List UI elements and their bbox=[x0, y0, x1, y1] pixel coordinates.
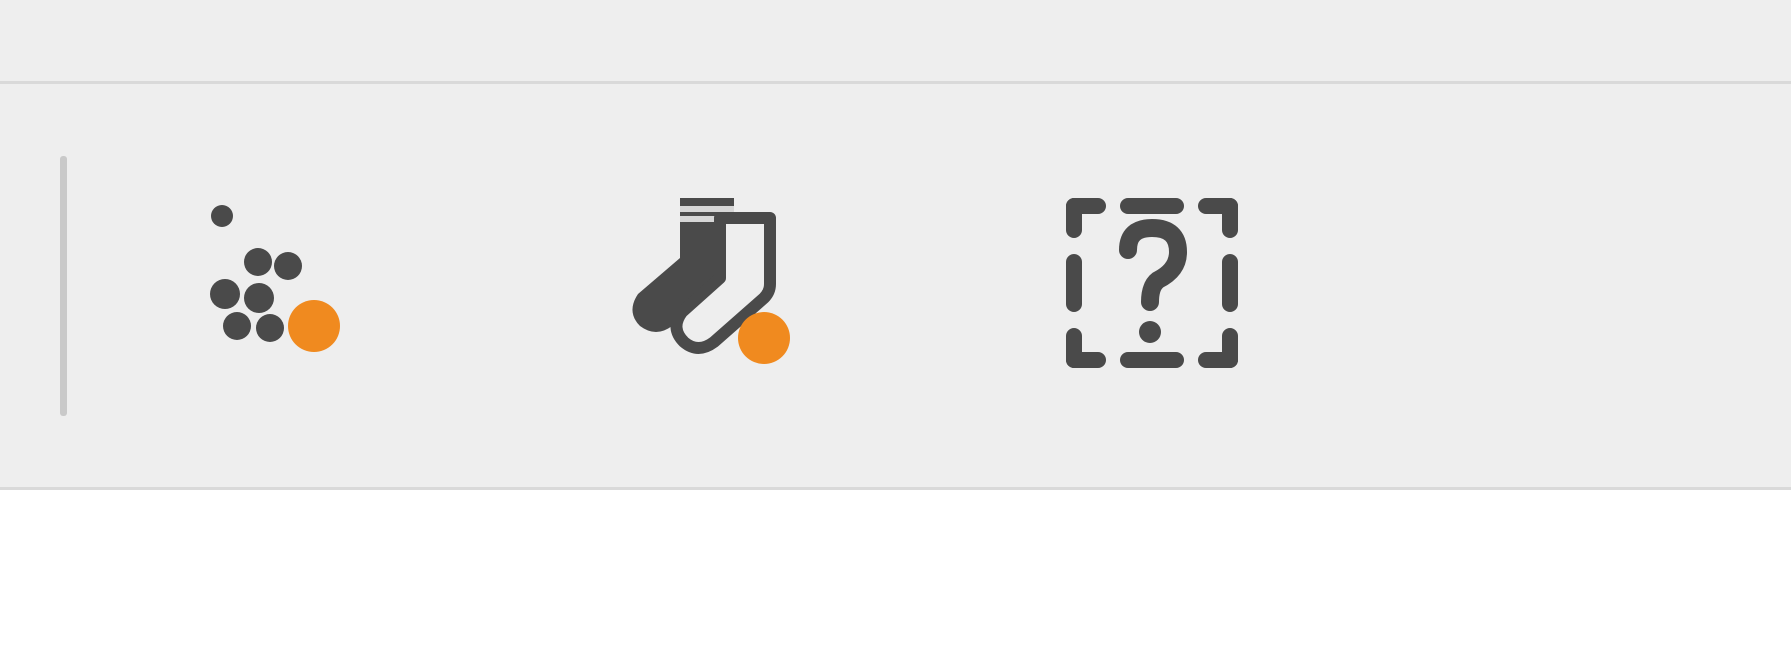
toolbar bbox=[0, 84, 1791, 490]
socks-icon bbox=[602, 176, 822, 396]
scatter-tool-button[interactable] bbox=[162, 176, 382, 396]
toolbar-divider bbox=[60, 156, 67, 416]
top-spacer bbox=[0, 0, 1791, 84]
pair-socks-tool-button[interactable] bbox=[602, 176, 822, 396]
unknown-region-icon bbox=[1042, 176, 1262, 396]
unknown-region-tool-button[interactable] bbox=[1042, 176, 1262, 396]
scatter-icon bbox=[162, 176, 382, 396]
